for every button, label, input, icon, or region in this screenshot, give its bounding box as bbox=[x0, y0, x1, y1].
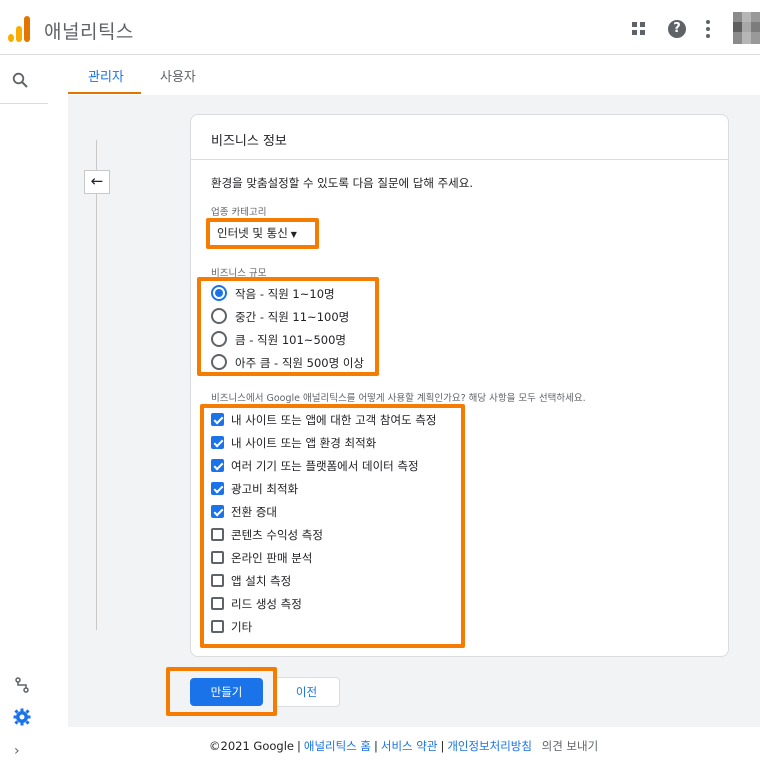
checkbox-unchecked[interactable] bbox=[211, 528, 224, 541]
checkbox-checked[interactable] bbox=[211, 413, 224, 426]
more-vert-icon[interactable] bbox=[706, 20, 710, 38]
checkbox-unchecked[interactable] bbox=[211, 574, 224, 587]
card-title: 비즈니스 정보 bbox=[211, 134, 287, 149]
intro-text: 환경을 맞춤설정할 수 있도록 다음 질문에 답해 주세요. bbox=[211, 176, 474, 190]
top-bar: 애널리틱스 ? bbox=[0, 0, 760, 55]
category-label: 업종 카테고리 bbox=[211, 207, 267, 218]
gear-icon[interactable] bbox=[12, 707, 32, 727]
feedback-link[interactable]: 의견 보내기 bbox=[542, 739, 599, 753]
left-rail: › bbox=[0, 55, 48, 762]
prev-button[interactable]: 이전 bbox=[273, 677, 340, 707]
tab-admin[interactable]: 관리자 bbox=[88, 66, 124, 95]
size-label: 비즈니스 규모 bbox=[211, 268, 267, 279]
home-link[interactable]: 애널리틱스 홈 bbox=[304, 739, 371, 753]
chevron-right-icon[interactable]: › bbox=[14, 743, 20, 759]
tab-user[interactable]: 사용자 bbox=[160, 66, 196, 95]
checkbox-unchecked[interactable] bbox=[211, 551, 224, 564]
checkbox-checked[interactable] bbox=[211, 436, 224, 449]
create-button[interactable]: 만들기 bbox=[190, 678, 263, 706]
route-icon[interactable] bbox=[14, 677, 30, 693]
help-icon[interactable]: ? bbox=[668, 20, 686, 38]
search-icon[interactable] bbox=[12, 72, 28, 88]
checkbox-unchecked[interactable] bbox=[211, 620, 224, 633]
category-dropdown[interactable]: 인터넷 및 통신 ▼ bbox=[217, 225, 297, 241]
main-content: ← 비즈니스 정보 환경을 맞춤설정할 수 있도록 다음 질문에 답해 주세요.… bbox=[68, 95, 760, 727]
radio-unselected[interactable] bbox=[211, 308, 227, 324]
checkbox-checked[interactable] bbox=[211, 482, 224, 495]
business-info-card: 비즈니스 정보 환경을 맞춤설정할 수 있도록 다음 질문에 답해 주세요. 업… bbox=[190, 114, 729, 657]
tab-bar: 관리자 사용자 bbox=[68, 55, 760, 95]
category-value: 인터넷 및 통신 bbox=[217, 226, 288, 240]
radio-selected[interactable] bbox=[211, 285, 227, 301]
back-arrow-icon[interactable]: ← bbox=[84, 170, 110, 194]
privacy-link[interactable]: 개인정보처리방침 bbox=[447, 739, 532, 753]
card-divider bbox=[191, 159, 728, 160]
radio-unselected[interactable] bbox=[211, 331, 227, 347]
active-tab-indicator bbox=[68, 92, 141, 94]
apps-icon[interactable] bbox=[632, 22, 646, 36]
stepper-line bbox=[96, 140, 97, 630]
copyright: ©2021 Google bbox=[209, 739, 294, 753]
checkbox-unchecked[interactable] bbox=[211, 597, 224, 610]
app-title: 애널리틱스 bbox=[44, 21, 134, 43]
checkbox-checked[interactable] bbox=[211, 505, 224, 518]
checkbox-checked[interactable] bbox=[211, 459, 224, 472]
terms-link[interactable]: 서비스 약관 bbox=[381, 739, 438, 753]
caret-down-icon: ▼ bbox=[290, 230, 297, 239]
radio-unselected[interactable] bbox=[211, 354, 227, 370]
footer: ©2021 Google | 애널리틱스 홈 | 서비스 약관 | 개인정보처리방침 의견 … bbox=[209, 739, 599, 753]
analytics-logo[interactable] bbox=[8, 16, 30, 42]
usage-label: 비즈니스에서 Google 애널리틱스를 어떻게 사용할 계획인가요? 해당 사… bbox=[211, 393, 586, 404]
rail-divider bbox=[0, 103, 48, 104]
avatar[interactable] bbox=[733, 12, 760, 44]
